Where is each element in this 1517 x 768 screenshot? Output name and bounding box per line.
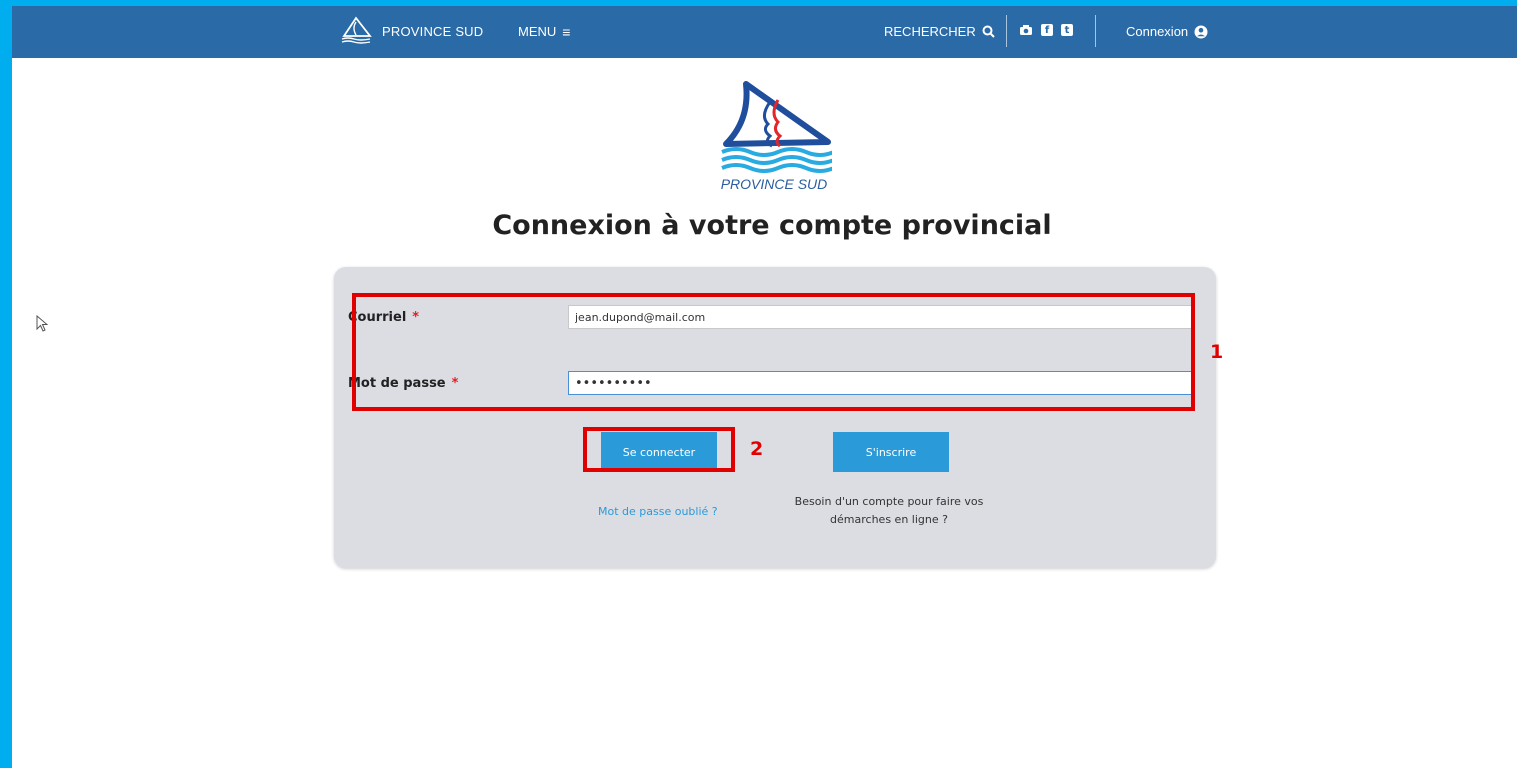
help-text-line: démarches en ligne ? (830, 513, 948, 526)
page: PROVINCE SUD MENU ≡ RECHERCHER f t Conne… (12, 6, 1517, 768)
nav-brand-label: PROVINCE SUD (382, 23, 484, 39)
mouse-pointer-icon (36, 315, 48, 332)
nav-divider (1006, 15, 1007, 47)
logo-caption: PROVINCE SUD (720, 176, 828, 192)
register-button[interactable]: S'inscrire (833, 432, 949, 472)
facebook-icon[interactable]: f (1041, 24, 1053, 36)
search-label: RECHERCHER (884, 24, 976, 39)
login-nav-button[interactable]: Connexion (1126, 24, 1208, 39)
nav-divider (1095, 15, 1096, 47)
page-title: Connexion à votre compte provincial (492, 210, 1052, 241)
search-icon (982, 25, 995, 38)
login-nav-label: Connexion (1126, 24, 1189, 39)
province-sud-logo-icon (341, 16, 372, 44)
help-text-line: Besoin d'un compte pour faire vos (794, 495, 984, 508)
top-navbar: PROVINCE SUD MENU ≡ RECHERCHER f t Conne… (12, 6, 1517, 58)
user-circle-icon (1194, 25, 1208, 38)
hamburger-icon: ≡ (562, 23, 571, 40)
camera-icon[interactable] (1019, 24, 1033, 36)
annotation-number-2: 2 (750, 438, 764, 460)
menu-button[interactable]: MENU ≡ (518, 24, 570, 39)
search-button[interactable]: RECHERCHER (884, 24, 995, 39)
forgot-password-link[interactable]: Mot de passe oublié ? (598, 505, 718, 518)
menu-label: MENU (518, 24, 557, 39)
province-sud-logo: PROVINCE SUD (716, 80, 835, 195)
annotation-box-login-button (583, 427, 735, 472)
nav-brand[interactable]: PROVINCE SUD (340, 16, 483, 46)
twitter-icon[interactable]: t (1061, 24, 1073, 36)
province-sud-emblem-icon (721, 81, 835, 173)
annotation-box-credentials (352, 293, 1195, 411)
social-links: f t (1019, 24, 1073, 36)
annotation-number-1: 1 (1210, 341, 1224, 363)
account-help-text: Besoin d'un compte pour faire vos démarc… (784, 493, 994, 529)
